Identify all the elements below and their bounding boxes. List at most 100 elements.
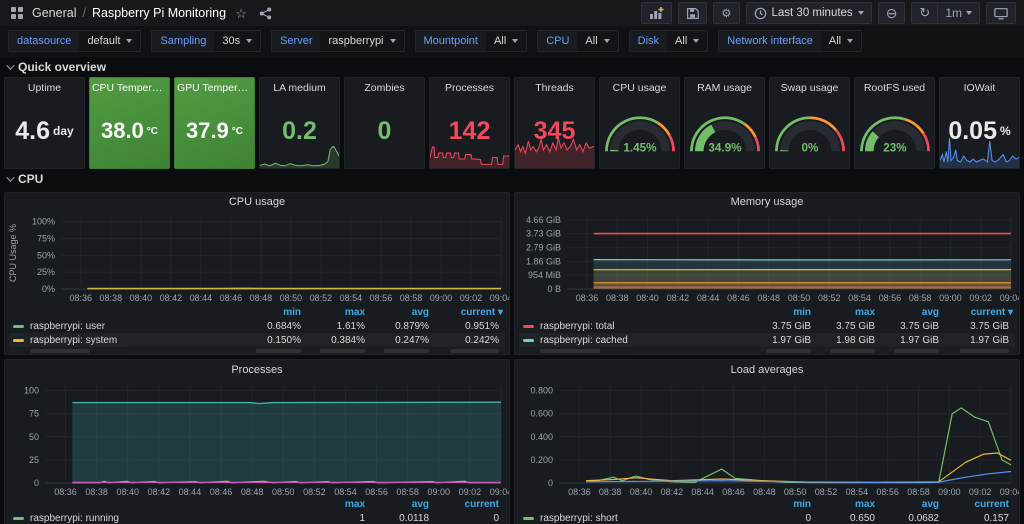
panel-title[interactable]: Processes bbox=[5, 360, 509, 380]
refresh-icon[interactable]: ↻ bbox=[912, 3, 937, 23]
legend: maxavgcurrentraspberrypi: running10.0118… bbox=[5, 498, 509, 524]
legend-value: 0.0118 bbox=[371, 513, 435, 524]
share-icon[interactable] bbox=[256, 4, 274, 22]
panel-title[interactable]: Load averages bbox=[515, 360, 1019, 380]
cpu-row: CPU usage0%25%50%75%100%08:3608:3808:400… bbox=[0, 189, 1024, 524]
legend-column-avg[interactable]: avg bbox=[881, 307, 945, 318]
variable-disk: DiskAll bbox=[629, 30, 709, 52]
svg-text:08:50: 08:50 bbox=[272, 487, 295, 497]
row-header-quick-overview[interactable]: Quick overview bbox=[0, 57, 1024, 77]
panel-title[interactable]: CPU usage bbox=[5, 193, 509, 211]
legend-series-toggle[interactable]: raspberrypi: system bbox=[9, 335, 243, 346]
variable-value-dropdown[interactable]: All bbox=[486, 31, 526, 51]
panel-title[interactable]: Processes bbox=[445, 78, 494, 94]
legend-series-toggle[interactable]: raspberrypi: total bbox=[519, 321, 753, 332]
legend-column-max[interactable]: max bbox=[817, 499, 881, 510]
dashboard-settings-gear-icon[interactable]: ⚙ bbox=[713, 2, 739, 24]
chart-plot-area[interactable]: 00.2000.4000.6000.80008:3608:3808:4008:4… bbox=[515, 380, 1019, 498]
top-nav: General / Raspberry Pi Monitoring ☆ ⚙ La… bbox=[0, 0, 1024, 26]
stat-value: 37.9°C bbox=[175, 94, 254, 168]
chart-plot-area[interactable]: 025507510008:3608:3808:4008:4208:4408:46… bbox=[5, 380, 509, 498]
svg-text:08:48: 08:48 bbox=[241, 487, 264, 497]
stat-number: 345 bbox=[534, 119, 576, 144]
legend-value: 0.150% bbox=[243, 335, 307, 346]
time-range-picker[interactable]: Last 30 minutes bbox=[746, 2, 872, 24]
panel-title[interactable]: RAM usage bbox=[697, 78, 752, 94]
variable-value-dropdown[interactable]: All bbox=[667, 31, 707, 51]
svg-text:08:40: 08:40 bbox=[116, 487, 139, 497]
variable-selected-value: 30s bbox=[222, 35, 240, 47]
legend-value: 0.384% bbox=[307, 335, 371, 346]
svg-text:4.66 GiB: 4.66 GiB bbox=[526, 215, 561, 225]
svg-text:08:48: 08:48 bbox=[757, 293, 780, 303]
legend-series-toggle[interactable]: raspberrypi: cached bbox=[519, 335, 753, 346]
variable-value-dropdown[interactable]: raspberrypi bbox=[320, 31, 403, 51]
legend-column-min[interactable]: min bbox=[753, 307, 817, 318]
svg-text:08:46: 08:46 bbox=[210, 487, 233, 497]
chart-plot-area[interactable]: 0%25%50%75%100%08:3608:3808:4008:4208:44… bbox=[5, 211, 509, 306]
legend-series-toggle[interactable]: raspberrypi: running bbox=[9, 513, 307, 524]
svg-text:09:02: 09:02 bbox=[459, 487, 482, 497]
breadcrumb-folder[interactable]: General bbox=[32, 6, 76, 20]
legend-value: 3.75 GiB bbox=[881, 321, 945, 332]
panel-title[interactable]: Zombies bbox=[364, 78, 404, 94]
legend-column-current[interactable]: current bbox=[435, 499, 505, 510]
legend-column-avg[interactable]: avg bbox=[371, 499, 435, 510]
svg-text:08:52: 08:52 bbox=[303, 487, 326, 497]
svg-text:08:52: 08:52 bbox=[310, 293, 333, 303]
legend-column-avg[interactable]: avg bbox=[371, 307, 435, 318]
stat-value: 38.0°C bbox=[90, 94, 169, 168]
legend-series-toggle[interactable]: raspberrypi: user bbox=[9, 321, 243, 332]
legend-column-min[interactable]: min bbox=[243, 307, 307, 318]
legend-column-max[interactable]: max bbox=[817, 307, 881, 318]
panel-title[interactable]: RootFS used bbox=[864, 78, 925, 94]
panel-title[interactable]: LA medium bbox=[273, 78, 326, 94]
refresh-interval-dropdown[interactable]: 1m bbox=[937, 3, 979, 23]
legend-series-toggle[interactable]: raspberrypi: short bbox=[519, 513, 753, 524]
panel-title[interactable]: IOWait bbox=[964, 78, 996, 94]
panel-title[interactable]: CPU usage bbox=[613, 78, 667, 94]
stat-value: 0.05% bbox=[940, 94, 1019, 168]
svg-text:09:04: 09:04 bbox=[490, 487, 509, 497]
legend-series-name: raspberrypi: total bbox=[540, 321, 614, 332]
panel-title[interactable]: CPU Temperat... bbox=[92, 78, 167, 94]
variable-value-dropdown[interactable]: All bbox=[821, 31, 861, 51]
legend-column-min[interactable]: min bbox=[753, 499, 817, 510]
variable-label: datasource bbox=[9, 31, 79, 51]
row-header-cpu[interactable]: CPU bbox=[0, 169, 1024, 189]
legend-column-current[interactable]: current ▾ bbox=[945, 307, 1015, 318]
stat-value: 142 bbox=[430, 94, 509, 168]
stat-panel-rootfs-used: RootFS used23% bbox=[854, 77, 935, 169]
panel-title[interactable]: Threads bbox=[535, 78, 574, 94]
dashboard-title[interactable]: Raspberry Pi Monitoring bbox=[92, 6, 226, 20]
legend-column-max[interactable]: max bbox=[307, 499, 371, 510]
dashboards-grid-icon[interactable] bbox=[8, 4, 26, 22]
variable-value-dropdown[interactable]: All bbox=[577, 31, 617, 51]
legend: minmaxavgcurrentraspberrypi: short00.650… bbox=[515, 498, 1019, 524]
svg-text:08:56: 08:56 bbox=[370, 293, 393, 303]
panel-title[interactable]: Swap usage bbox=[781, 78, 839, 94]
stat-panel-uptime: Uptime4.6day bbox=[4, 77, 85, 169]
variable-value-dropdown[interactable]: default bbox=[79, 31, 140, 51]
svg-text:0 B: 0 B bbox=[547, 284, 561, 294]
panel-title[interactable]: GPU Temperat... bbox=[177, 78, 252, 94]
stat-value: 1.45% bbox=[600, 94, 679, 168]
add-panel-button[interactable] bbox=[641, 2, 672, 24]
variable-value-dropdown[interactable]: 30s bbox=[214, 31, 260, 51]
panel-title[interactable]: Memory usage bbox=[515, 193, 1019, 211]
legend-column-avg[interactable]: avg bbox=[881, 499, 945, 510]
legend-column-current[interactable]: current ▾ bbox=[435, 307, 505, 318]
legend-row: raspberrypi: total3.75 GiB3.75 GiB3.75 G… bbox=[519, 319, 1015, 333]
zoom-out-time-icon[interactable]: ⊖ bbox=[878, 2, 906, 24]
legend-column-max[interactable]: max bbox=[307, 307, 371, 318]
star-icon[interactable]: ☆ bbox=[232, 4, 250, 22]
svg-text:0.400: 0.400 bbox=[530, 432, 553, 442]
legend-row: raspberrypi: running10.01180 bbox=[9, 511, 505, 524]
chart-plot-area[interactable]: 0 B954 MiB1.86 GiB2.79 GiB3.73 GiB4.66 G… bbox=[515, 211, 1019, 306]
gauge: 0% bbox=[771, 107, 849, 155]
stat-panel-processes: Processes142 bbox=[429, 77, 510, 169]
save-dashboard-icon[interactable] bbox=[678, 2, 707, 24]
legend-column-current[interactable]: current bbox=[945, 499, 1015, 510]
panel-title[interactable]: Uptime bbox=[28, 78, 61, 94]
kiosk-tv-icon[interactable] bbox=[986, 2, 1016, 24]
